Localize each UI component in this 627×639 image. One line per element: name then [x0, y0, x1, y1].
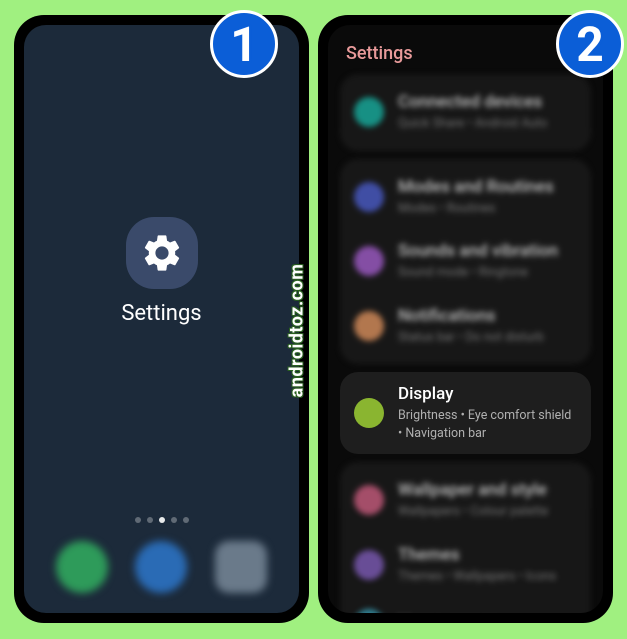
gear-icon: [140, 231, 184, 275]
settings-row-connected-devices[interactable]: Connected devices Quick Share • Android …: [340, 80, 591, 145]
phone-icon[interactable]: [56, 541, 108, 593]
settings-group: Connected devices Quick Share • Android …: [340, 74, 591, 151]
settings-app-label: Settings: [121, 301, 201, 326]
sounds-icon: [354, 246, 384, 276]
settings-app-icon[interactable]: [126, 217, 198, 289]
row-subtitle: Quick Share • Android Auto: [398, 115, 577, 133]
settings-group-highlight: Display Brightness • Eye comfort shield …: [340, 372, 591, 454]
display-icon: [354, 398, 384, 428]
page-indicator: [24, 517, 299, 523]
row-subtitle: Brightness • Eye comfort shield • Naviga…: [398, 407, 577, 442]
settings-row-sounds[interactable]: Sounds and vibration Sound mode • Ringto…: [340, 229, 591, 294]
wallpaper-icon: [354, 485, 384, 515]
row-title: Modes and Routines: [398, 177, 577, 197]
settings-row-notifications[interactable]: Notifications Status bar • Do not distur…: [340, 294, 591, 359]
messages-icon[interactable]: [135, 541, 187, 593]
settings-row-home-screen[interactable]: Home screen: [340, 597, 591, 613]
dock: [24, 535, 299, 613]
row-title: Home screen: [398, 613, 577, 614]
row-subtitle: Status bar • Do not disturb: [398, 329, 577, 347]
row-subtitle: Themes • Wallpapers • Icons: [398, 568, 577, 586]
row-title: Connected devices: [398, 92, 577, 112]
modes-icon: [354, 182, 384, 212]
phone-frame-2: Settings Connected devices Quick Share •…: [318, 15, 613, 623]
phone-2-screen: Settings Connected devices Quick Share •…: [328, 25, 603, 613]
settings-row-themes[interactable]: Themes Themes • Wallpapers • Icons: [340, 533, 591, 598]
home-screen-center: Settings: [24, 25, 299, 517]
settings-row-display[interactable]: Display Brightness • Eye comfort shield …: [340, 372, 591, 454]
row-title: Notifications: [398, 306, 577, 326]
settings-row-wallpaper[interactable]: Wallpaper and style Wallpapers • Colour …: [340, 468, 591, 533]
row-subtitle: Sound mode • Ringtone: [398, 264, 577, 282]
apps-icon[interactable]: [215, 541, 267, 593]
home-screen-icon: [354, 609, 384, 613]
themes-icon: [354, 550, 384, 580]
watermark: androidtoz.com: [287, 264, 308, 398]
step-badge-2: 2: [556, 10, 624, 78]
phone-frame-1: Settings: [14, 15, 309, 623]
settings-group: Modes and Routines Modes • Routines Soun…: [340, 159, 591, 365]
settings-list[interactable]: Connected devices Quick Share • Android …: [328, 74, 603, 613]
connected-devices-icon: [354, 97, 384, 127]
settings-row-modes-routines[interactable]: Modes and Routines Modes • Routines: [340, 165, 591, 230]
row-subtitle: Modes • Routines: [398, 200, 577, 218]
step-badge-1: 1: [210, 10, 278, 78]
settings-group: Wallpaper and style Wallpapers • Colour …: [340, 462, 591, 613]
row-title: Sounds and vibration: [398, 241, 577, 261]
row-title: Display: [398, 384, 577, 404]
row-title: Wallpaper and style: [398, 480, 577, 500]
row-subtitle: Wallpapers • Colour palette: [398, 503, 577, 521]
row-title: Themes: [398, 545, 577, 565]
notifications-icon: [354, 311, 384, 341]
phone-1-screen: Settings: [24, 25, 299, 613]
